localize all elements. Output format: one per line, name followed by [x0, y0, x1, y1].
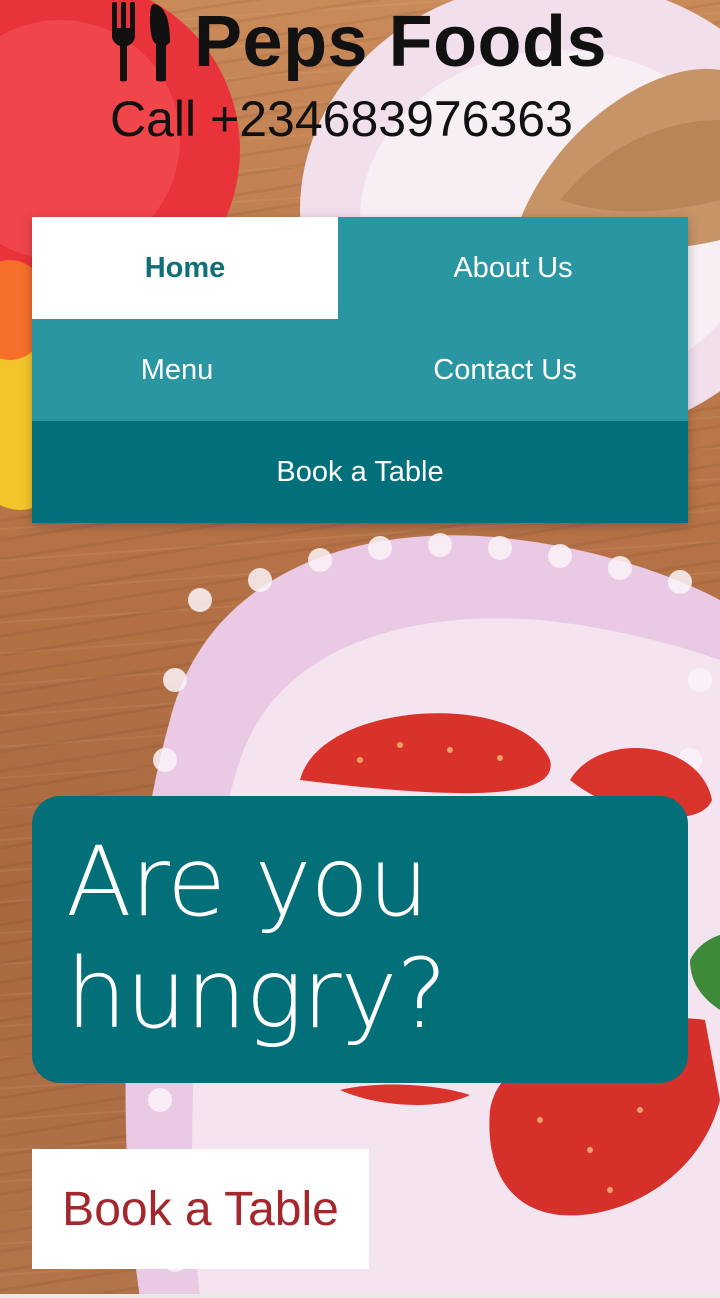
nav-item-about-us[interactable]: About Us: [338, 217, 688, 319]
hero-card: Are you hungry?: [32, 796, 688, 1083]
phone-number: Call +234683976363: [110, 91, 573, 147]
hero-heading: Are you hungry?: [66, 826, 447, 1050]
nav-item-contact-us[interactable]: Contact Us: [322, 319, 688, 421]
book-a-table-button[interactable]: Book a Table: [32, 1149, 369, 1269]
page-bottom-divider: [0, 1294, 720, 1298]
brand-name: Peps Foods: [194, 2, 608, 82]
brand: Peps Foods: [108, 0, 607, 84]
nav-item-book-a-table[interactable]: Book a Table: [32, 421, 688, 523]
nav-item-home[interactable]: Home: [32, 217, 338, 319]
background-food-illustration: [0, 0, 720, 1298]
nav-item-menu[interactable]: Menu: [32, 319, 322, 421]
main-navigation: Home About Us Menu Contact Us Book a Tab…: [32, 217, 688, 523]
utensils-icon: [112, 2, 170, 82]
